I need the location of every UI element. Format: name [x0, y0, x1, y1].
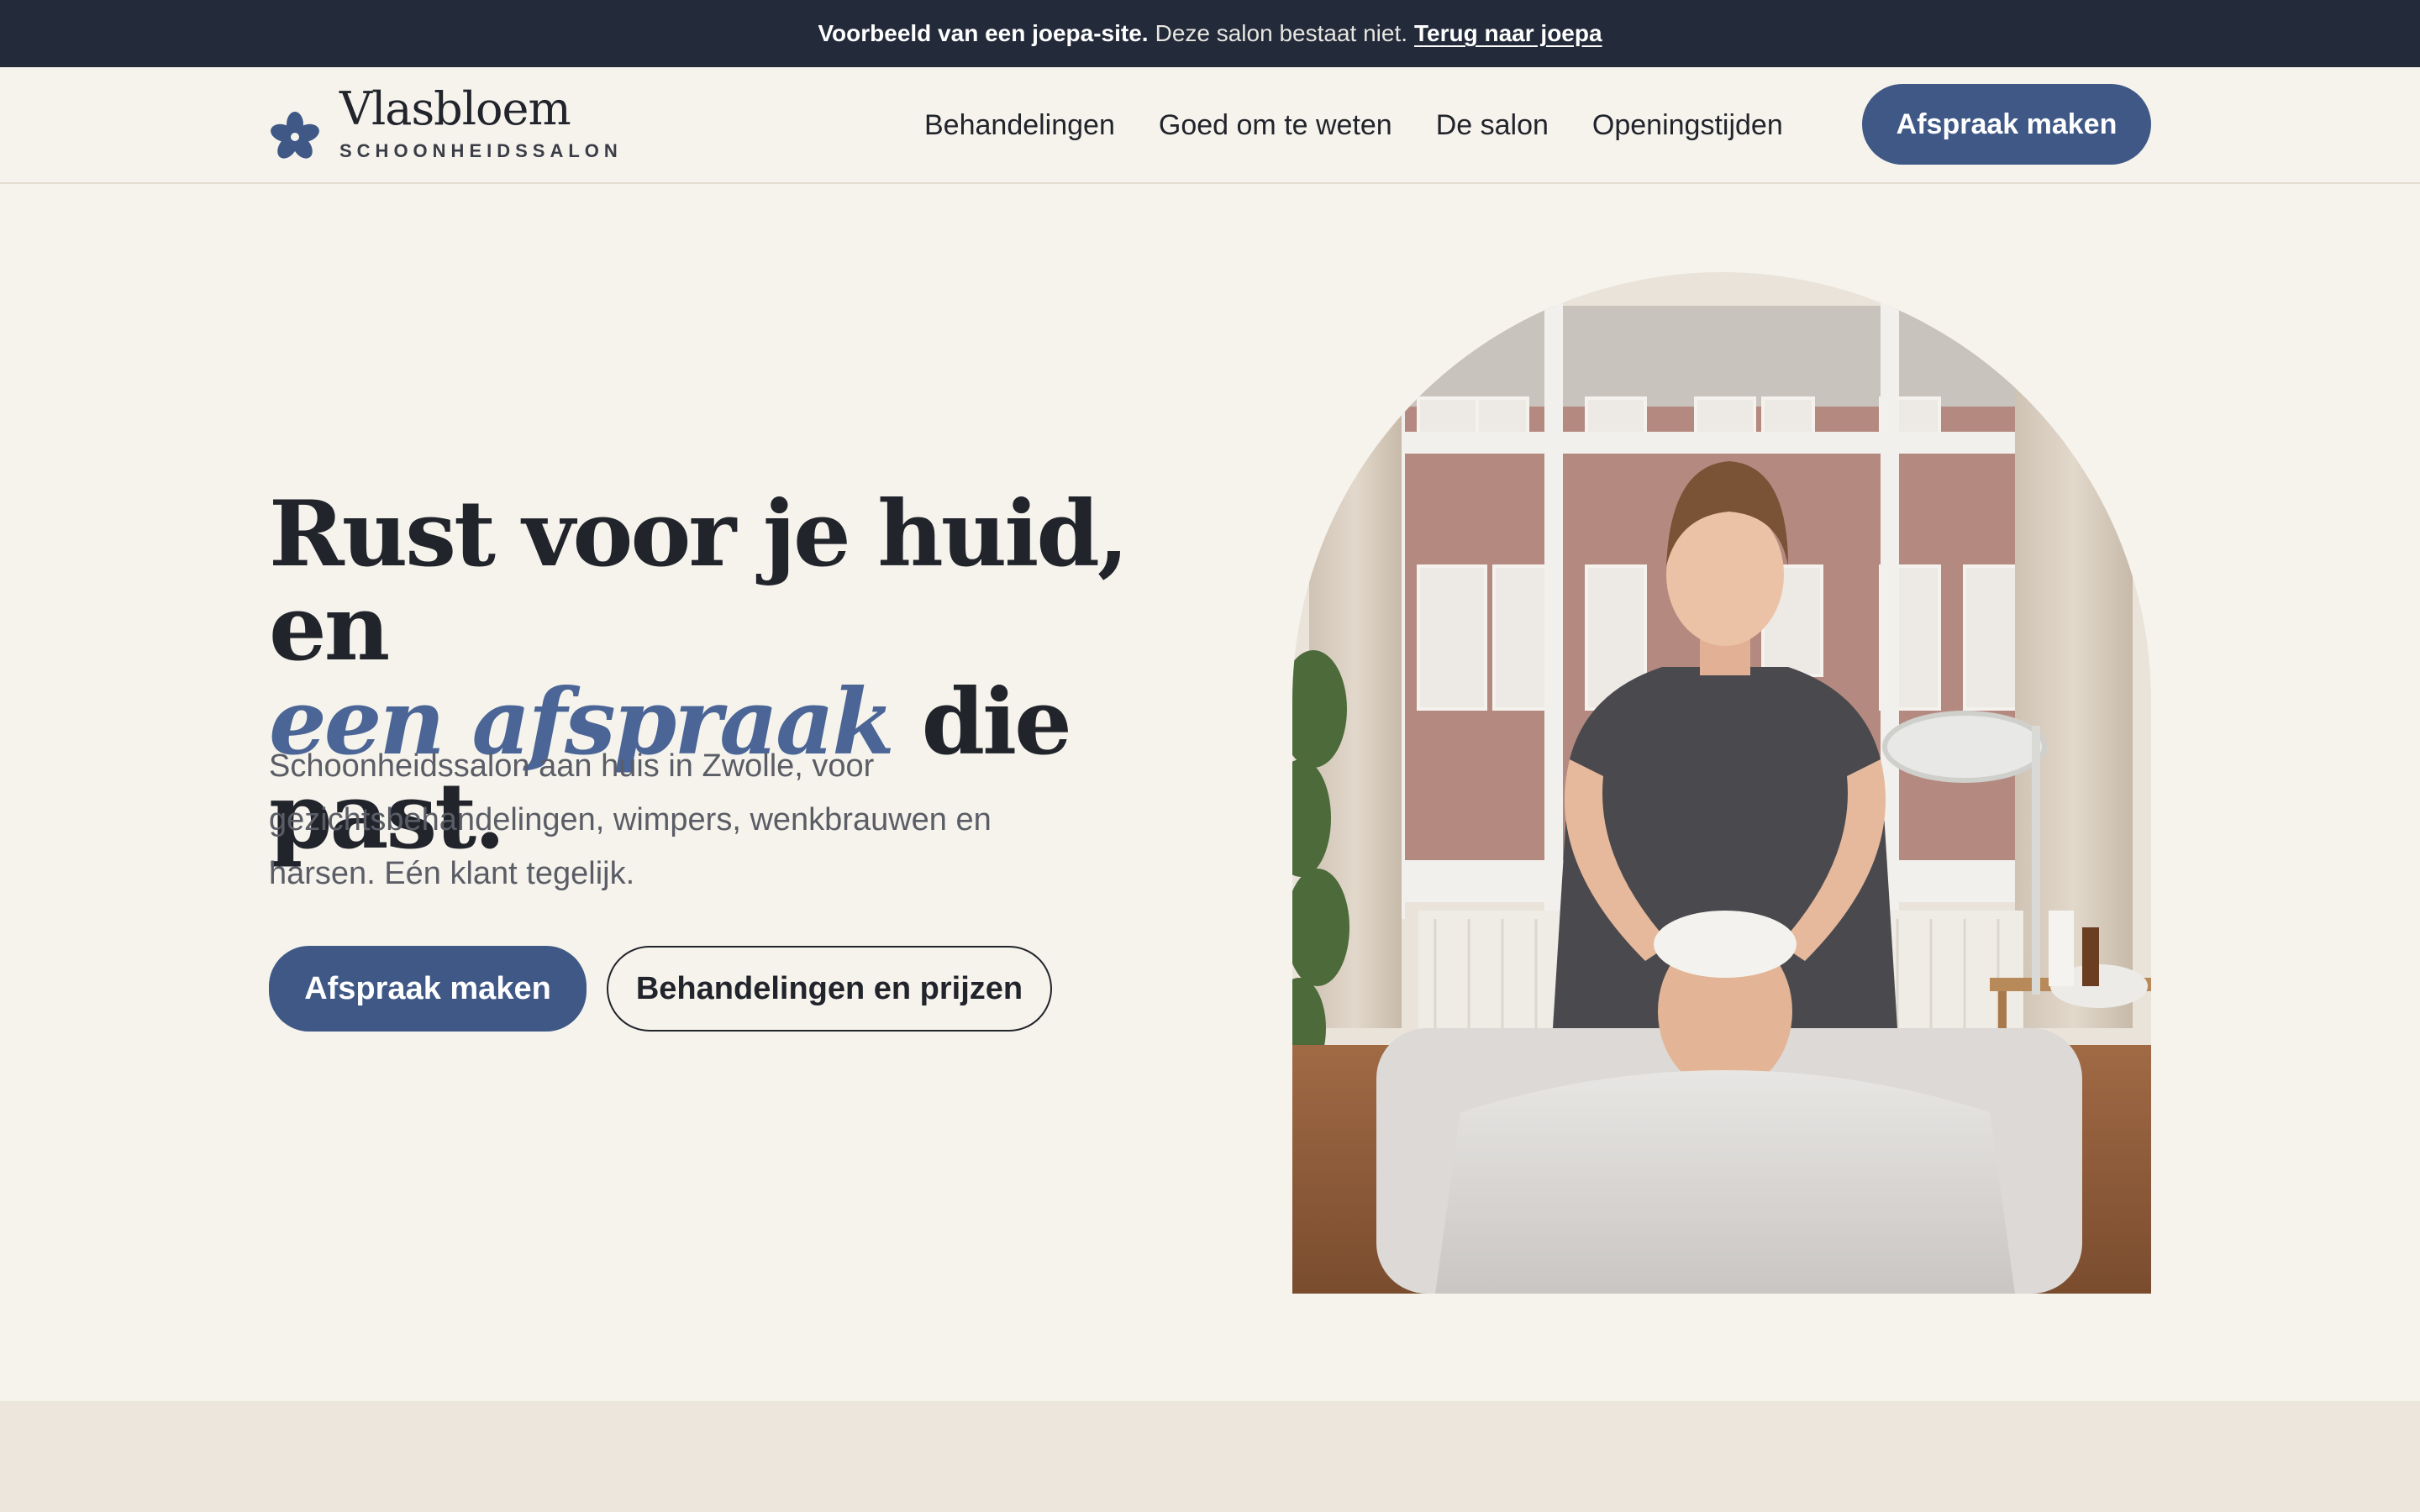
- hero-title-line1: Rust voor je huid, en: [269, 481, 1128, 681]
- hero-buttons: Afspraak maken Behandelingen en prijzen: [269, 946, 1052, 1032]
- hero-image: [1292, 272, 2151, 1294]
- site-header: Vlasbloem SCHOONHEIDSSALON Behandelingen…: [0, 67, 2420, 184]
- facial-treatment-photo: [1292, 272, 2151, 1294]
- brand-subtitle: SCHOONHEIDSSALON: [339, 139, 623, 161]
- notice-text: Deze salon bestaat niet.: [1155, 20, 1408, 46]
- nav-item-de-salon[interactable]: De salon: [1436, 109, 1549, 142]
- main-nav: Behandelingen Goed om te weten De salon …: [924, 67, 1783, 184]
- brand-name: Vlasbloem: [339, 82, 571, 135]
- nav-item-goed-om-te-weten[interactable]: Goed om te weten: [1159, 109, 1392, 142]
- next-section-band: [0, 1401, 2420, 1512]
- flax-flower-icon: [271, 112, 319, 159]
- hero-description: Schoonheidssalon aan huis in Zwolle, voo…: [269, 748, 992, 891]
- demo-notice-bar: Voorbeeld van een joepa-site. Deze salon…: [0, 0, 2420, 67]
- treatments-prices-button[interactable]: Behandelingen en prijzen: [607, 946, 1052, 1032]
- nav-item-behandelingen[interactable]: Behandelingen: [924, 109, 1115, 142]
- header-appointment-button[interactable]: Afspraak maken: [1862, 84, 2151, 165]
- brand-logo[interactable]: Vlasbloem SCHOONHEIDSSALON: [269, 82, 623, 170]
- notice-bold-text: Voorbeeld van een joepa-site.: [818, 20, 1149, 46]
- back-to-joepa-link[interactable]: Terug naar joepa: [1414, 20, 1602, 47]
- nav-item-openingstijden[interactable]: Openingstijden: [1592, 109, 1783, 142]
- hero-appointment-button[interactable]: Afspraak maken: [269, 946, 587, 1032]
